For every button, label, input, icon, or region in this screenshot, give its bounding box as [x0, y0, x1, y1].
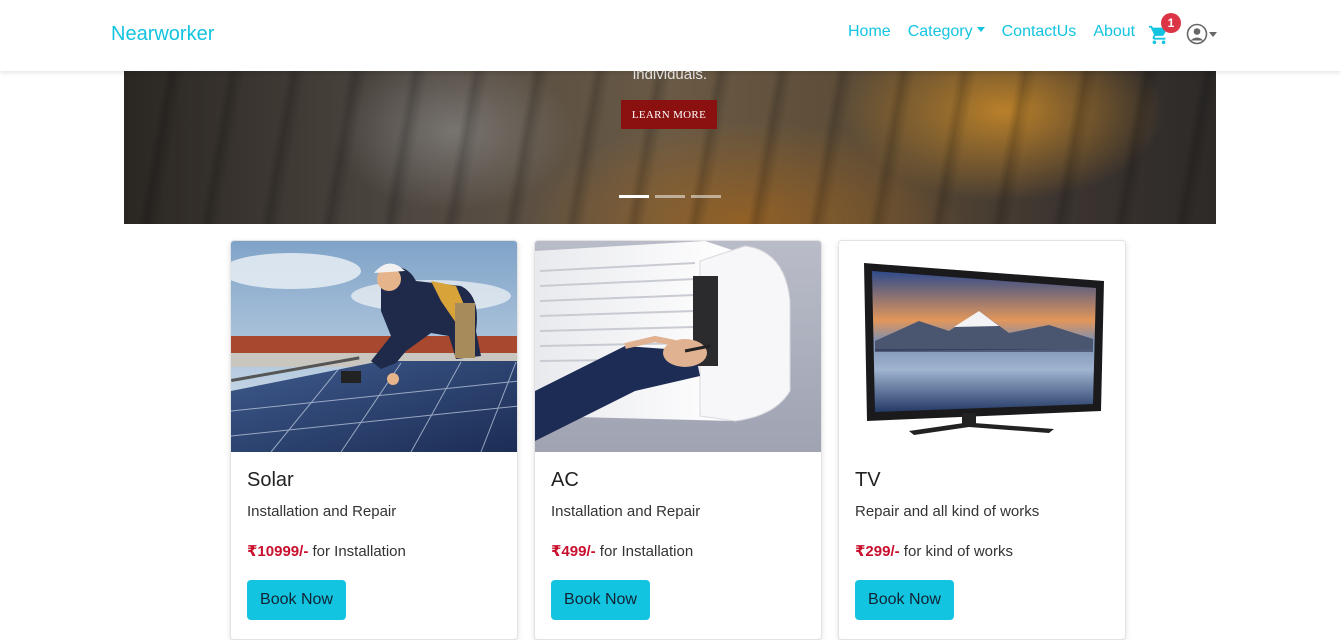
- price-value: ₹10999/-: [247, 543, 309, 560]
- service-card-tv: TV Repair and all kind of works ₹299/- f…: [838, 240, 1126, 640]
- price-note: for Installation: [595, 543, 694, 560]
- chevron-down-icon: [1209, 32, 1217, 37]
- carousel-indicator-3[interactable]: [691, 195, 721, 198]
- card-subtitle: Repair and all kind of works: [855, 503, 1040, 520]
- card-subtitle: Installation and Repair: [247, 503, 397, 520]
- service-card-solar: Solar Installation and Repair ₹10999/- f…: [230, 240, 518, 640]
- card-price-line: ₹499/- for Installation: [551, 542, 693, 560]
- solar-image: [231, 241, 517, 452]
- card-title: TV: [855, 469, 881, 491]
- card-title: AC: [551, 469, 579, 491]
- price-note: for Installation: [308, 543, 406, 560]
- carousel-indicator-2[interactable]: [655, 195, 685, 198]
- carousel-indicator-1[interactable]: [619, 195, 649, 198]
- learn-more-button[interactable]: LEARN MORE: [621, 100, 717, 129]
- carousel-background: [124, 71, 1216, 224]
- nav-home-link[interactable]: Home: [848, 23, 891, 41]
- nav-category-dropdown[interactable]: Category: [908, 23, 985, 41]
- card-subtitle: Installation and Repair: [551, 503, 701, 520]
- nav-category-label: Category: [907, 23, 973, 40]
- price-note: for kind of works: [899, 543, 1014, 560]
- card-price-line: ₹299/- for kind of works: [855, 542, 1013, 560]
- brand-link[interactable]: Nearworker: [111, 23, 214, 46]
- price-value: ₹499/-: [551, 543, 596, 560]
- ac-image: [535, 241, 821, 452]
- book-now-button[interactable]: Book Now: [551, 580, 650, 620]
- nav-about-link[interactable]: About: [1093, 23, 1135, 41]
- nav-links: Home Category ContactUs About: [848, 23, 1152, 41]
- nav-contactus-link[interactable]: ContactUs: [1002, 23, 1077, 41]
- carousel-indicators: [619, 195, 727, 198]
- navbar: Nearworker Home Category ContactUs About…: [0, 0, 1341, 71]
- tv-image: [839, 241, 1125, 452]
- book-now-button[interactable]: Book Now: [855, 580, 954, 620]
- card-price-line: ₹10999/- for Installation: [247, 542, 406, 560]
- user-account-icon[interactable]: [1186, 22, 1222, 46]
- card-title: Solar: [247, 469, 294, 491]
- chevron-down-icon: [976, 27, 985, 33]
- cart-count-badge: 1: [1161, 13, 1181, 33]
- book-now-button[interactable]: Book Now: [247, 580, 346, 620]
- hero-carousel[interactable]: individuals. LEARN MORE: [124, 71, 1216, 224]
- service-card-ac: AC Installation and Repair ₹499/- for In…: [534, 240, 822, 640]
- carousel-caption: individuals.: [632, 71, 708, 83]
- price-value: ₹299/-: [855, 543, 900, 560]
